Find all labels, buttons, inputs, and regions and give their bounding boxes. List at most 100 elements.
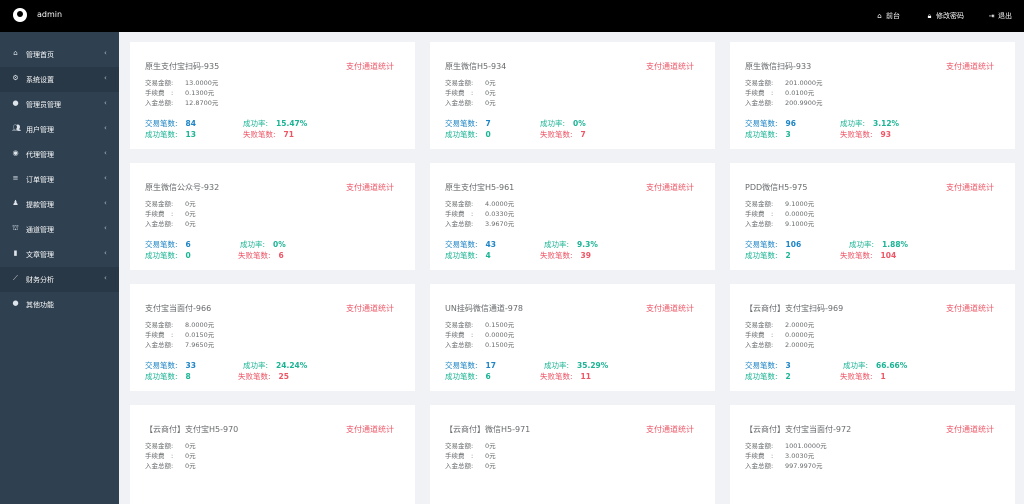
- channel-name: 支付宝当面付-966: [145, 304, 212, 313]
- logout-icon: ⇥: [988, 12, 995, 20]
- trade-amount-row: 交易金额: 0.1500元: [445, 321, 515, 329]
- trade-amount-row: 交易金额: 201.0000元: [745, 79, 823, 87]
- income-row: 入金总额: 0元: [445, 99, 496, 107]
- trade-amount-row: 交易金额: 4.0000元: [445, 200, 515, 208]
- sidebar-item-admin-management[interactable]: ● 管理员管理 ‹: [0, 92, 119, 117]
- fee-row: 手续费 :0元: [145, 452, 196, 460]
- nav-logout-link[interactable]: ⇥ 退出: [988, 11, 1012, 21]
- channel-name: UN挂码微信通道-978: [445, 304, 523, 313]
- success-rate: 成功率: 66.66%: [843, 361, 908, 370]
- sidebar-item-dashboard[interactable]: ⌂ 管理首页 ‹: [0, 42, 119, 67]
- fail-count: 失败笔数: 6: [238, 251, 284, 260]
- channel-card: 支付宝当面付-966 支付通道统计 交易金额: 8.0000元 手续费 :0.01…: [130, 284, 415, 391]
- fee-row: 手续费 :0元: [445, 452, 496, 460]
- trade-amount-row: 交易金额: 0元: [145, 200, 196, 208]
- avatar-icon[interactable]: [13, 8, 27, 22]
- chevron-left-icon: ‹: [104, 149, 107, 157]
- success-count: 成功笔数: 2: [745, 251, 791, 260]
- channel-name: 原生支付宝H5-961: [445, 183, 515, 192]
- trade-amount-row: 交易金额: 1001.0000元: [745, 442, 827, 450]
- channel-card: PDD微信H5-975 支付通道统计 交易金额: 9.1000元 手续费 :0.0…: [730, 163, 1015, 270]
- income-row: 入金总额: 9.1000元: [745, 220, 815, 228]
- top-navbar: admin ⌂ 前台 🔒︎ 修改密码 ⇥ 退出: [0, 0, 1024, 32]
- channel-name: 【云商付】微信H5-971: [445, 425, 531, 434]
- channel-stats-link[interactable]: 支付通道统计: [946, 303, 994, 314]
- trade-amount-row: 交易金额: 13.0000元: [145, 79, 219, 87]
- username[interactable]: admin: [37, 10, 62, 19]
- success-count: 成功笔数: 6: [445, 372, 491, 381]
- sidebar-item-article-management[interactable]: ▮ 文章管理 ‹: [0, 242, 119, 267]
- trade-amount-row: 交易金额: 2.0000元: [745, 321, 815, 329]
- trade-amount-row: 交易金额: 9.1000元: [745, 200, 815, 208]
- success-rate: 成功率: 0%: [540, 119, 586, 128]
- money-bag-icon: ♟: [12, 199, 19, 207]
- channel-card: 原生微信H5-934 支付通道统计 交易金额: 0元 手续费 :0元 入金总额: 0…: [430, 42, 715, 149]
- channel-stats-link[interactable]: 支付通道统计: [346, 182, 394, 193]
- success-count: 成功笔数: 2: [745, 372, 791, 381]
- channel-stats-link[interactable]: 支付通道统计: [646, 303, 694, 314]
- chevron-left-icon: ‹: [104, 124, 107, 132]
- fee-row: 手续费 :0.1300元: [145, 89, 215, 97]
- channel-stats-link[interactable]: 支付通道统计: [646, 424, 694, 435]
- income-row: 入金总额: 0元: [445, 462, 496, 470]
- home-icon: ⌂: [877, 12, 882, 20]
- chevron-left-icon: ‹: [104, 99, 107, 107]
- fail-count: 失败笔数: 71: [243, 130, 294, 139]
- success-rate: 成功率: 35.29%: [544, 361, 609, 370]
- sidebar-item-channel-management[interactable]: ⛫ 通道管理 ‹: [0, 217, 119, 242]
- income-row: 入金总额: 12.8700元: [145, 99, 219, 107]
- chevron-left-icon: ‹: [104, 224, 107, 232]
- success-rate: 成功率: 3.12%: [840, 119, 900, 128]
- trade-count: 交易笔数: 17: [445, 361, 496, 370]
- fail-count: 失败笔数: 25: [238, 372, 289, 381]
- channel-card: 【云商付】微信H5-971 支付通道统计 交易金额: 0元 手续费 :0元 入金总…: [430, 405, 715, 504]
- user-circle-icon: ●: [12, 99, 19, 107]
- fee-row: 手续费 :0.0000元: [745, 331, 815, 339]
- success-rate: 成功率: 15.47%: [243, 119, 308, 128]
- channel-stats-link[interactable]: 支付通道统计: [646, 61, 694, 72]
- success-count: 成功笔数: 0: [445, 130, 491, 139]
- channel-card: UN挂码微信通道-978 支付通道统计 交易金额: 0.1500元 手续费 :0.…: [430, 284, 715, 391]
- trade-count: 交易笔数: 7: [445, 119, 491, 128]
- success-count: 成功笔数: 4: [445, 251, 491, 260]
- success-rate: 成功率: 1.88%: [849, 240, 909, 249]
- success-rate: 成功率: 9.3%: [544, 240, 598, 249]
- bank-icon: ⛫: [12, 224, 19, 232]
- sidebar-item-withdrawal-management[interactable]: ♟ 提款管理 ‹: [0, 192, 119, 217]
- users-icon: 👥︎: [12, 124, 21, 132]
- fail-count: 失败笔数: 11: [540, 372, 591, 381]
- sidebar-item-order-management[interactable]: ≡ 订单管理 ‹: [0, 167, 119, 192]
- channel-stats-link[interactable]: 支付通道统计: [946, 424, 994, 435]
- sidebar-item-system-settings[interactable]: ⚙ 系统设置 ‹: [0, 67, 119, 92]
- channel-stats-link[interactable]: 支付通道统计: [346, 424, 394, 435]
- channel-name: 【云商付】支付宝H5-970: [145, 425, 239, 434]
- chevron-left-icon: ‹: [104, 74, 107, 82]
- trade-count: 交易笔数: 43: [445, 240, 496, 249]
- income-row: 入金总额: 200.9900元: [745, 99, 823, 107]
- channel-stats-link[interactable]: 支付通道统计: [346, 61, 394, 72]
- success-count: 成功笔数: 3: [745, 130, 791, 139]
- trade-count: 交易笔数: 106: [745, 240, 802, 249]
- nav-frontend-link[interactable]: ⌂ 前台: [876, 11, 900, 21]
- chevron-left-icon: ‹: [104, 199, 107, 207]
- fee-row: 手续费 :0.0330元: [445, 210, 515, 218]
- line-chart-icon: ⟋: [13, 274, 18, 282]
- channel-name: 原生微信扫码-933: [745, 62, 812, 71]
- income-row: 入金总额: 0元: [145, 220, 196, 228]
- channel-stats-link[interactable]: 支付通道统计: [946, 61, 994, 72]
- sidebar-item-agent-management[interactable]: ◉ 代理管理 ‹: [0, 142, 119, 167]
- channel-card: 【云商付】支付宝扫码-969 支付通道统计 交易金额: 2.0000元 手续费 :…: [730, 284, 1015, 391]
- channel-card: 原生微信公众号-932 支付通道统计 交易金额: 0元 手续费 :0元 入金总额:…: [130, 163, 415, 270]
- channel-stats-link[interactable]: 支付通道统计: [346, 303, 394, 314]
- list-icon: ≡: [12, 174, 19, 182]
- sidebar-item-user-management[interactable]: 👥︎ 用户管理 ‹: [0, 117, 119, 142]
- channel-stats-link[interactable]: 支付通道统计: [946, 182, 994, 193]
- income-row: 入金总额: 997.9970元: [745, 462, 823, 470]
- sidebar-item-finance-analysis[interactable]: ⟋ 财务分析 ‹: [0, 267, 119, 292]
- book-icon: ▮: [13, 249, 18, 257]
- trade-count: 交易笔数: 96: [745, 119, 796, 128]
- sidebar-item-other-functions[interactable]: ● 其他功能: [0, 292, 119, 317]
- nav-change-password-link[interactable]: 🔒︎ 修改密码: [926, 11, 964, 21]
- fail-count: 失败笔数: 7: [540, 130, 586, 139]
- channel-stats-link[interactable]: 支付通道统计: [646, 182, 694, 193]
